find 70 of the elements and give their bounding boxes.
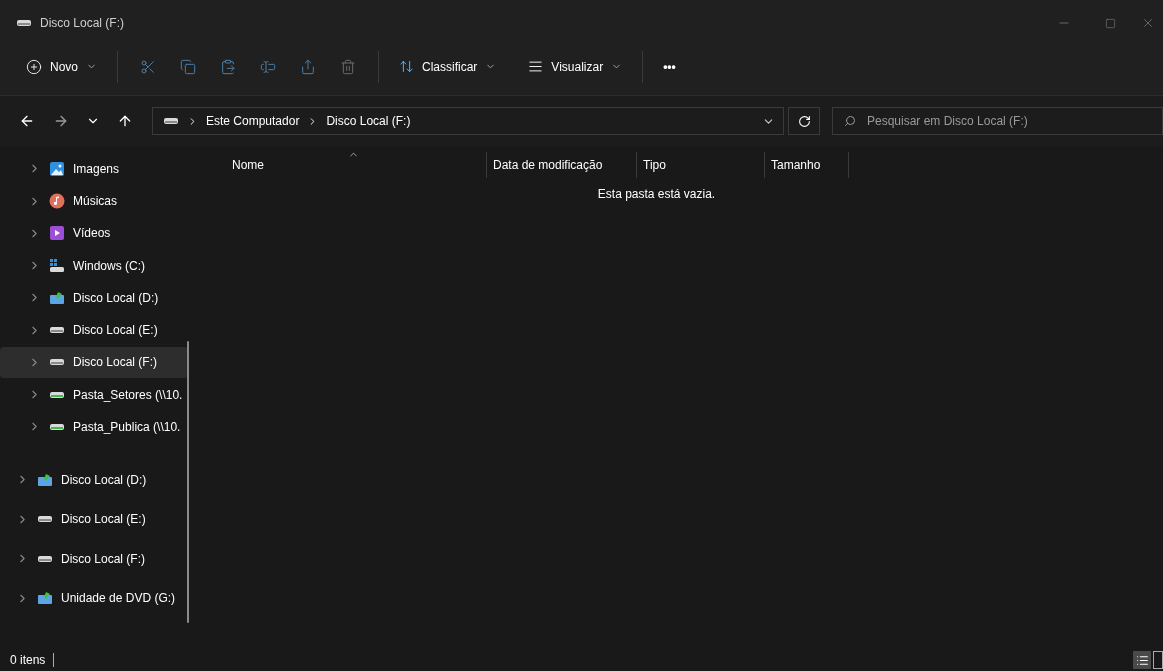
item-count: 0 itens: [10, 652, 46, 669]
sidebar-label: Disco Local (D:): [73, 289, 159, 307]
drive-arrow-icon: [49, 290, 65, 305]
drive-icon: [37, 514, 53, 524]
drive-icon: [37, 553, 53, 564]
sidebar-label: Disco Local (F:): [73, 354, 158, 372]
column-header[interactable]: Data de modificação: [487, 146, 636, 184]
column-header[interactable]: Tamanho: [765, 146, 848, 184]
sidebar-item[interactable]: Disco Local (D:): [0, 282, 188, 314]
sidebar-label: Vídeos: [73, 225, 111, 243]
drive-icon: [49, 357, 65, 368]
column-header[interactable]: Tipo: [637, 146, 764, 184]
search-icon: [844, 115, 856, 127]
sidebar-item[interactable]: Disco Local (F:): [0, 543, 188, 574]
music-icon: [49, 193, 65, 209]
sidebar-item[interactable]: Unidade de DVD (G:): [0, 582, 188, 614]
drive-arrow-icon: [37, 472, 53, 487]
sidebar-item[interactable]: Disco Local (E:): [0, 503, 188, 535]
sort-arrows-icon: [399, 59, 414, 74]
sidebar-item[interactable]: Imagens: [0, 153, 188, 185]
forward-arrow-icon: [53, 113, 69, 129]
sidebar-item[interactable]: Disco Local (D:): [0, 464, 188, 495]
sidebar-label: Windows (C:): [73, 257, 145, 275]
breadcrumb[interactable]: Este Computador: [206, 112, 300, 130]
sidebar-label: Disco Local (E:): [61, 511, 146, 528]
refresh-icon: [797, 114, 811, 128]
system-drive-icon: [49, 258, 65, 273]
picture-icon: [49, 160, 65, 177]
more-button[interactable]: •••: [655, 50, 684, 83]
sidebar-label: Pasta_Setores (\\10.: [73, 386, 183, 404]
maximize-icon: [1104, 17, 1116, 29]
sidebar-label: Pasta_Publica (\\10.: [73, 418, 181, 436]
empty-folder-message: Esta pasta está vazia.: [597, 186, 716, 203]
sidebar-label: Disco Local (D:): [61, 471, 147, 489]
column-header[interactable]: Nome: [200, 146, 486, 184]
lines-icon: [528, 59, 544, 74]
breadcrumb[interactable]: Disco Local (F:): [326, 112, 411, 130]
sidebar-item[interactable]: Pasta_Publica (\\10.: [0, 411, 188, 443]
video-icon: [49, 225, 65, 242]
close-icon: [1141, 16, 1155, 30]
list-icon: [1135, 653, 1149, 667]
refresh-button[interactable]: [788, 107, 820, 135]
tiles-view-button[interactable]: [1153, 651, 1163, 669]
network-drive-icon: [49, 389, 65, 400]
plus-circle-icon: [26, 58, 42, 75]
view-button[interactable]: Visualizar: [520, 50, 631, 83]
scrollbar-thumb[interactable]: [187, 341, 189, 623]
sidebar-label: Disco Local (F:): [61, 550, 146, 568]
sidebar-label: Unidade de DVD (G:): [61, 590, 176, 607]
address-drive-icon: [163, 116, 179, 126]
sidebar-item[interactable]: Disco Local (F:): [0, 346, 188, 378]
details-view-button[interactable]: [1133, 651, 1151, 669]
sidebar-item[interactable]: Vídeos: [0, 217, 188, 249]
sidebar-label: Músicas: [73, 193, 117, 210]
sidebar-item[interactable]: Windows (C:): [0, 250, 188, 281]
drive-arrow-icon: [37, 591, 53, 605]
network-drive-icon: [49, 421, 65, 432]
drive-icon: [49, 325, 65, 335]
up-arrow-icon: [117, 113, 133, 129]
sidebar-label: Imagens: [73, 160, 120, 178]
new-button[interactable]: Novo: [18, 50, 105, 83]
sidebar-item[interactable]: Músicas: [0, 185, 188, 217]
sidebar-item[interactable]: Disco Local (E:): [0, 314, 188, 346]
title-drive-icon: [16, 18, 32, 28]
sidebar-item[interactable]: Pasta_Setores (\\10.: [0, 379, 188, 410]
sort-button[interactable]: Classificar: [391, 50, 505, 83]
sidebar-label: Disco Local (E:): [73, 322, 158, 339]
search-field[interactable]: Pesquisar em Disco Local (F:): [832, 107, 1163, 135]
address-bar[interactable]: Este Computador Disco Local (F:): [152, 107, 784, 135]
window-title: Disco Local (F:): [40, 15, 125, 32]
